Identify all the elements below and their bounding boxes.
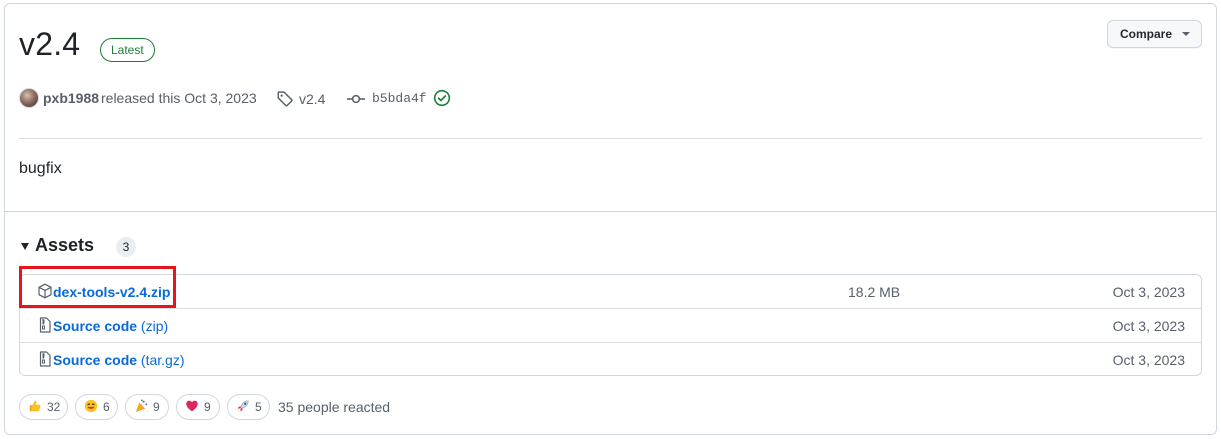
avatar[interactable] [19,88,39,108]
reaction-count: 5 [255,400,262,414]
reaction-count: 9 [153,400,160,414]
reactions-summary[interactable]: 35 people reacted [278,399,390,415]
compare-button-label: Compare [1120,27,1173,41]
package-icon [38,283,52,299]
asset-row: Source code (zip) Oct 3, 2023 [20,308,1201,342]
released-date-text: released this Oct 3, 2023 [101,90,257,106]
asset-row: dex-tools-v2.4.zip 18.2 MB Oct 3, 2023 [20,275,1201,309]
asset-download-link[interactable]: dex-tools-v2.4.zip [53,284,170,300]
compare-button[interactable]: Compare [1107,20,1202,48]
verified-check-icon[interactable] [433,89,451,107]
asset-row: Source code (tar.gz) Oct 3, 2023 [20,342,1201,375]
source-code-targz-link[interactable]: Source code (tar.gz) [53,352,185,368]
tag-icon [277,91,293,107]
reaction-count: 9 [204,400,211,414]
reaction-rocket[interactable]: 5 [227,394,270,420]
source-code-zip-link[interactable]: Source code (zip) [53,318,168,334]
commit-link[interactable]: b5bda4f [372,91,427,106]
asset-date: Oct 3, 2023 [1112,284,1185,300]
asset-date: Oct 3, 2023 [1112,318,1185,334]
asset-list: dex-tools-v2.4.zip 18.2 MB Oct 3, 2023 S… [19,274,1202,376]
git-commit-icon [347,94,365,104]
release-title[interactable]: v2.4 [19,26,80,63]
author-link[interactable]: pxb1988 [43,90,99,106]
asset-date: Oct 3, 2023 [1112,352,1185,368]
heart-icon [186,400,198,412]
reaction-tada[interactable]: 9 [125,394,169,420]
tada-icon [135,399,148,413]
tag-link[interactable]: v2.4 [299,91,325,107]
reaction-thumbs-up[interactable]: 32 [19,394,68,420]
file-zip-icon [39,351,51,367]
divider [5,211,1216,212]
reaction-smile[interactable]: 6 [75,394,118,420]
release-card: v2.4 Latest Compare pxb1988 released thi… [4,3,1217,435]
divider [19,138,1202,139]
reaction-count: 32 [47,400,61,414]
release-notes: bugfix [19,160,62,177]
smile-icon [84,399,98,413]
rocket-icon [237,400,249,412]
asset-size: 18.2 MB [848,284,901,300]
reaction-heart[interactable]: 9 [176,394,220,420]
file-zip-icon [39,317,51,333]
thumbs-up-icon [29,400,41,412]
latest-badge: Latest [100,38,155,62]
assets-count-badge: 3 [116,237,136,257]
reaction-count: 6 [103,400,110,414]
caret-down-icon [21,243,29,250]
assets-title: Assets [35,235,95,255]
chevron-down-icon [1182,32,1190,36]
